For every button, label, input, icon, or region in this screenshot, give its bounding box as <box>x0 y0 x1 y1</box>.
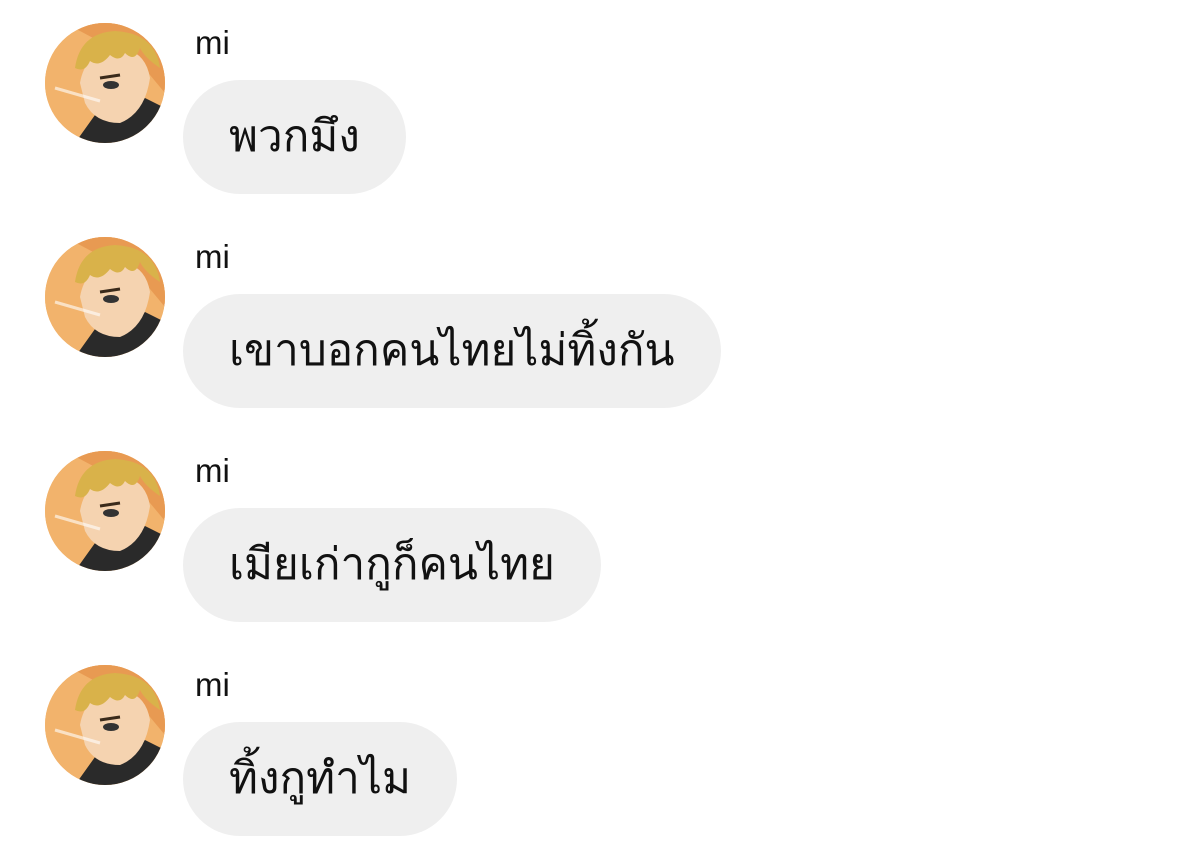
avatar[interactable] <box>45 23 165 143</box>
anime-character-avatar-icon <box>45 451 165 571</box>
message-row: mi พวกมึง <box>0 0 1179 214</box>
anime-character-avatar-icon <box>45 237 165 357</box>
message-text: เขาบอกคนไทยไม่ทิ้งกัน <box>229 325 675 376</box>
message-row: mi ทิ้งกูทำไม <box>0 642 1179 856</box>
message-bubble[interactable]: ทิ้งกูทำไม <box>183 722 457 836</box>
anime-character-avatar-icon <box>45 23 165 143</box>
sender-name: mi <box>195 238 230 275</box>
message-bubble[interactable]: พวกมึง <box>183 80 406 194</box>
message-text: ทิ้งกูทำไม <box>229 753 411 804</box>
anime-character-avatar-icon <box>45 665 165 785</box>
avatar[interactable] <box>45 451 165 571</box>
chat-thread: mi พวกมึง mi เขาบอกคนไทยไม่ทิ้งกัน mi เม… <box>0 0 1179 852</box>
message-text: พวกมึง <box>229 111 360 162</box>
message-row: mi เมียเก่ากูก็คนไทย <box>0 428 1179 642</box>
message-bubble[interactable]: เขาบอกคนไทยไม่ทิ้งกัน <box>183 294 721 408</box>
sender-name: mi <box>195 666 230 703</box>
avatar[interactable] <box>45 237 165 357</box>
avatar[interactable] <box>45 665 165 785</box>
message-text: เมียเก่ากูก็คนไทย <box>229 539 555 590</box>
message-row: mi เขาบอกคนไทยไม่ทิ้งกัน <box>0 214 1179 428</box>
message-bubble[interactable]: เมียเก่ากูก็คนไทย <box>183 508 601 622</box>
sender-name: mi <box>195 24 230 61</box>
sender-name: mi <box>195 452 230 489</box>
